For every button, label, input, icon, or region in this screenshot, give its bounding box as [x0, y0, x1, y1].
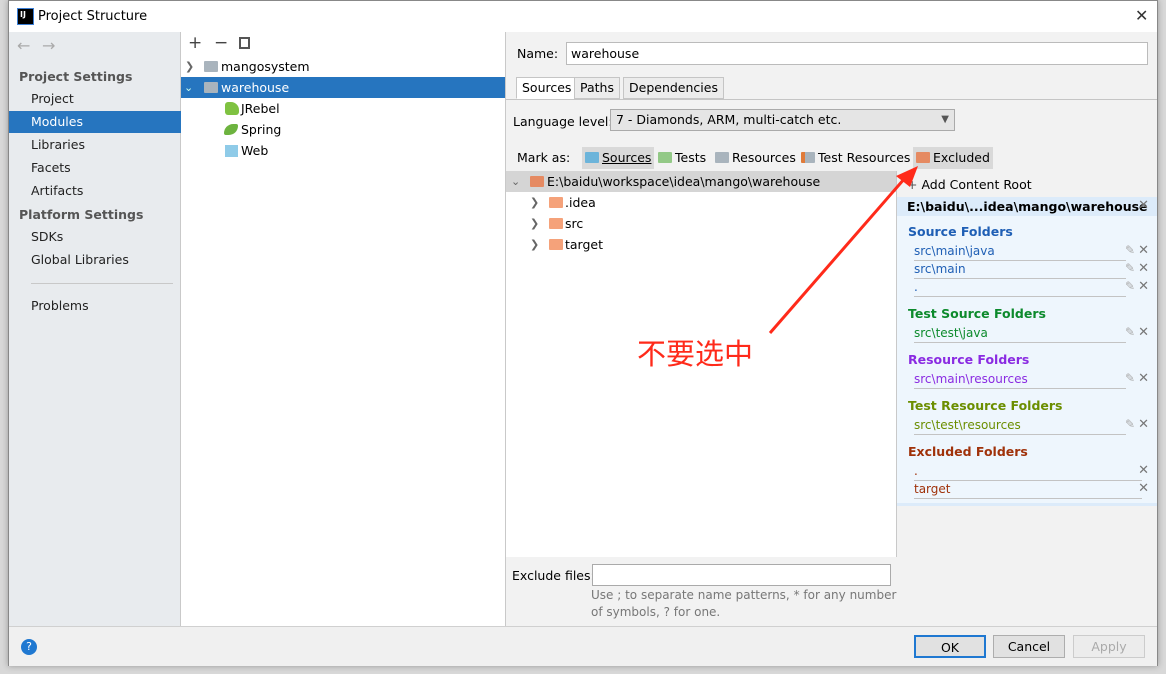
annotation-text: 不要选中 [637, 337, 754, 371]
arrow-line [768, 177, 907, 334]
annotation-arrow [768, 166, 918, 334]
